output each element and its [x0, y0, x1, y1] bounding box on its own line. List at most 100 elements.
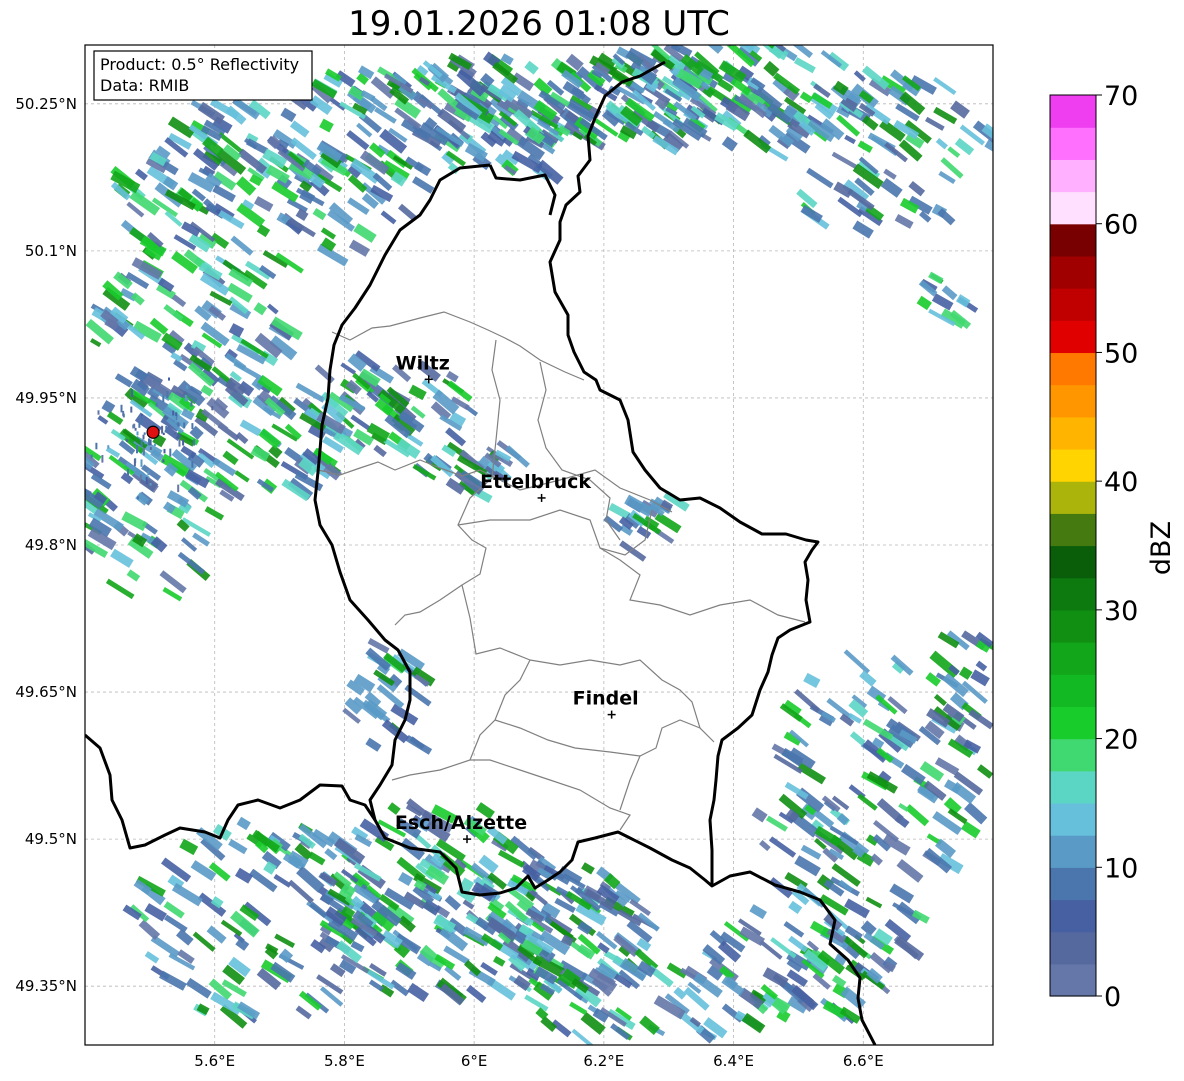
colorbar-segment — [1050, 513, 1096, 547]
colorbar-segment — [1050, 352, 1096, 386]
info-data: Data: RMIB — [100, 76, 189, 95]
lon-tick-label: 6.2°E — [583, 1052, 624, 1070]
echo-cell — [713, 45, 735, 47]
city-label: Wiltz — [396, 352, 450, 374]
echo-cell — [167, 468, 170, 471]
echo-cell — [107, 445, 110, 449]
colorbar-tick-label: 30 — [1104, 596, 1138, 627]
echo-cell — [136, 445, 138, 454]
latitude-axis: 49.35°N 49.5°N 49.65°N 49.8°N 49.95°N 50.1°N 5… — [15, 95, 77, 995]
city-label: Findel — [573, 688, 639, 710]
echo-cell — [133, 423, 136, 429]
colorbar-segment — [1050, 802, 1096, 836]
echo-cell — [997, 718, 1026, 740]
echo-cell — [153, 443, 156, 447]
echo-cell — [71, 480, 85, 492]
lat-tick-label: 50.1°N — [25, 242, 77, 260]
echo-cell — [138, 421, 141, 428]
echo-cell — [177, 422, 180, 427]
echo-cell — [120, 404, 123, 413]
echo-cell — [186, 385, 189, 389]
echo-cell — [182, 439, 185, 446]
lon-tick-label: 6°E — [461, 1052, 488, 1070]
colorbar-segment — [1050, 384, 1096, 418]
echo-cell — [149, 447, 152, 450]
echo-cell — [165, 425, 168, 433]
longitude-axis: 5.6°E 5.8°E 6°E 6.2°E 6.4°E 6.6°E — [194, 1052, 883, 1070]
echo-cell — [191, 423, 194, 429]
colorbar-label: dBZ — [1146, 521, 1177, 575]
echo-cell — [715, 45, 729, 46]
colorbar: 0 10 20 30 40 50 60 70 — [1049, 81, 1138, 1013]
colorbar-tick-label: 70 — [1104, 81, 1138, 112]
echo-cell — [97, 410, 100, 415]
lon-tick-label: 6.4°E — [713, 1052, 754, 1070]
info-box: Product: 0.5° Reflectivity Data: RMIB — [93, 50, 313, 101]
info-product: Product: 0.5° Reflectivity — [100, 55, 299, 74]
echo-cell — [190, 400, 193, 407]
echo-cell — [139, 474, 142, 480]
lon-tick-label: 5.8°E — [324, 1052, 365, 1070]
echo-cell — [178, 439, 181, 447]
colorbar-segment — [1050, 545, 1096, 579]
echo-cell — [90, 454, 93, 459]
colorbar-segment — [1050, 931, 1096, 965]
colorbar-segment — [1050, 770, 1096, 804]
city-label: Esch/Alzette — [395, 812, 527, 834]
colorbar-tick-label: 0 — [1104, 982, 1121, 1013]
echo-cell — [169, 410, 172, 414]
colorbar-segment — [1050, 738, 1096, 772]
lon-tick-label: 6.6°E — [843, 1052, 884, 1070]
echo-cell — [166, 391, 169, 399]
lat-tick-label: 49.95°N — [15, 389, 77, 407]
colorbar-segment — [1050, 191, 1096, 225]
radar-site-marker[interactable] — [146, 425, 160, 439]
echo-cell — [142, 434, 145, 440]
echo-cell — [995, 705, 1013, 720]
echo-cell — [193, 439, 196, 446]
colorbar-tick-label: 20 — [1104, 725, 1138, 756]
echo-cell — [149, 439, 152, 446]
echo-cell — [140, 459, 143, 467]
echo-cell — [162, 395, 165, 402]
echo-cell — [137, 496, 139, 500]
colorbar-tick-label: 60 — [1104, 210, 1138, 241]
lon-tick-label: 5.6°E — [194, 1052, 235, 1070]
echo-cell — [101, 455, 104, 463]
echo-cell — [161, 425, 164, 434]
echo-cell — [147, 470, 150, 476]
echo-cell — [169, 448, 172, 457]
echo-cell — [140, 440, 143, 447]
echo-cell — [149, 483, 152, 486]
echo-cell — [173, 432, 176, 435]
echo-cell — [127, 469, 129, 476]
lat-tick-label: 50.25°N — [15, 95, 77, 113]
colorbar-segment — [1050, 127, 1096, 160]
colorbar-segment — [1050, 288, 1096, 321]
echo-cell — [736, 34, 748, 45]
echo-cell — [143, 432, 146, 435]
echo-cell — [183, 422, 186, 429]
colorbar-segment — [1050, 674, 1096, 707]
colorbar-segment — [1050, 706, 1096, 740]
colorbar-segment — [1050, 95, 1096, 128]
echo-cell — [184, 394, 187, 402]
echo-cell — [122, 413, 125, 418]
colorbar-segment — [1050, 159, 1096, 193]
colorbar-segment — [1050, 481, 1096, 514]
echo-cell — [144, 441, 147, 445]
echo-cell — [992, 699, 993, 718]
lat-tick-label: 49.35°N — [15, 977, 77, 995]
echo-cell — [134, 427, 137, 431]
colorbar-segment — [1050, 963, 1096, 997]
echo-cell — [672, 31, 686, 43]
colorbar-segment — [1050, 223, 1096, 257]
colorbar-tick-label: 50 — [1104, 338, 1138, 369]
colorbar-segment — [1050, 416, 1096, 450]
colorbar-segment — [1050, 867, 1096, 901]
echo-cell — [163, 448, 166, 454]
colorbar-segment — [1050, 609, 1096, 643]
echo-cell — [95, 442, 98, 450]
radar-figure: Wiltz Ettelbruck Findel Esch/Alzette Produc… — [15, 31, 1177, 1070]
echo-cell — [130, 406, 133, 413]
